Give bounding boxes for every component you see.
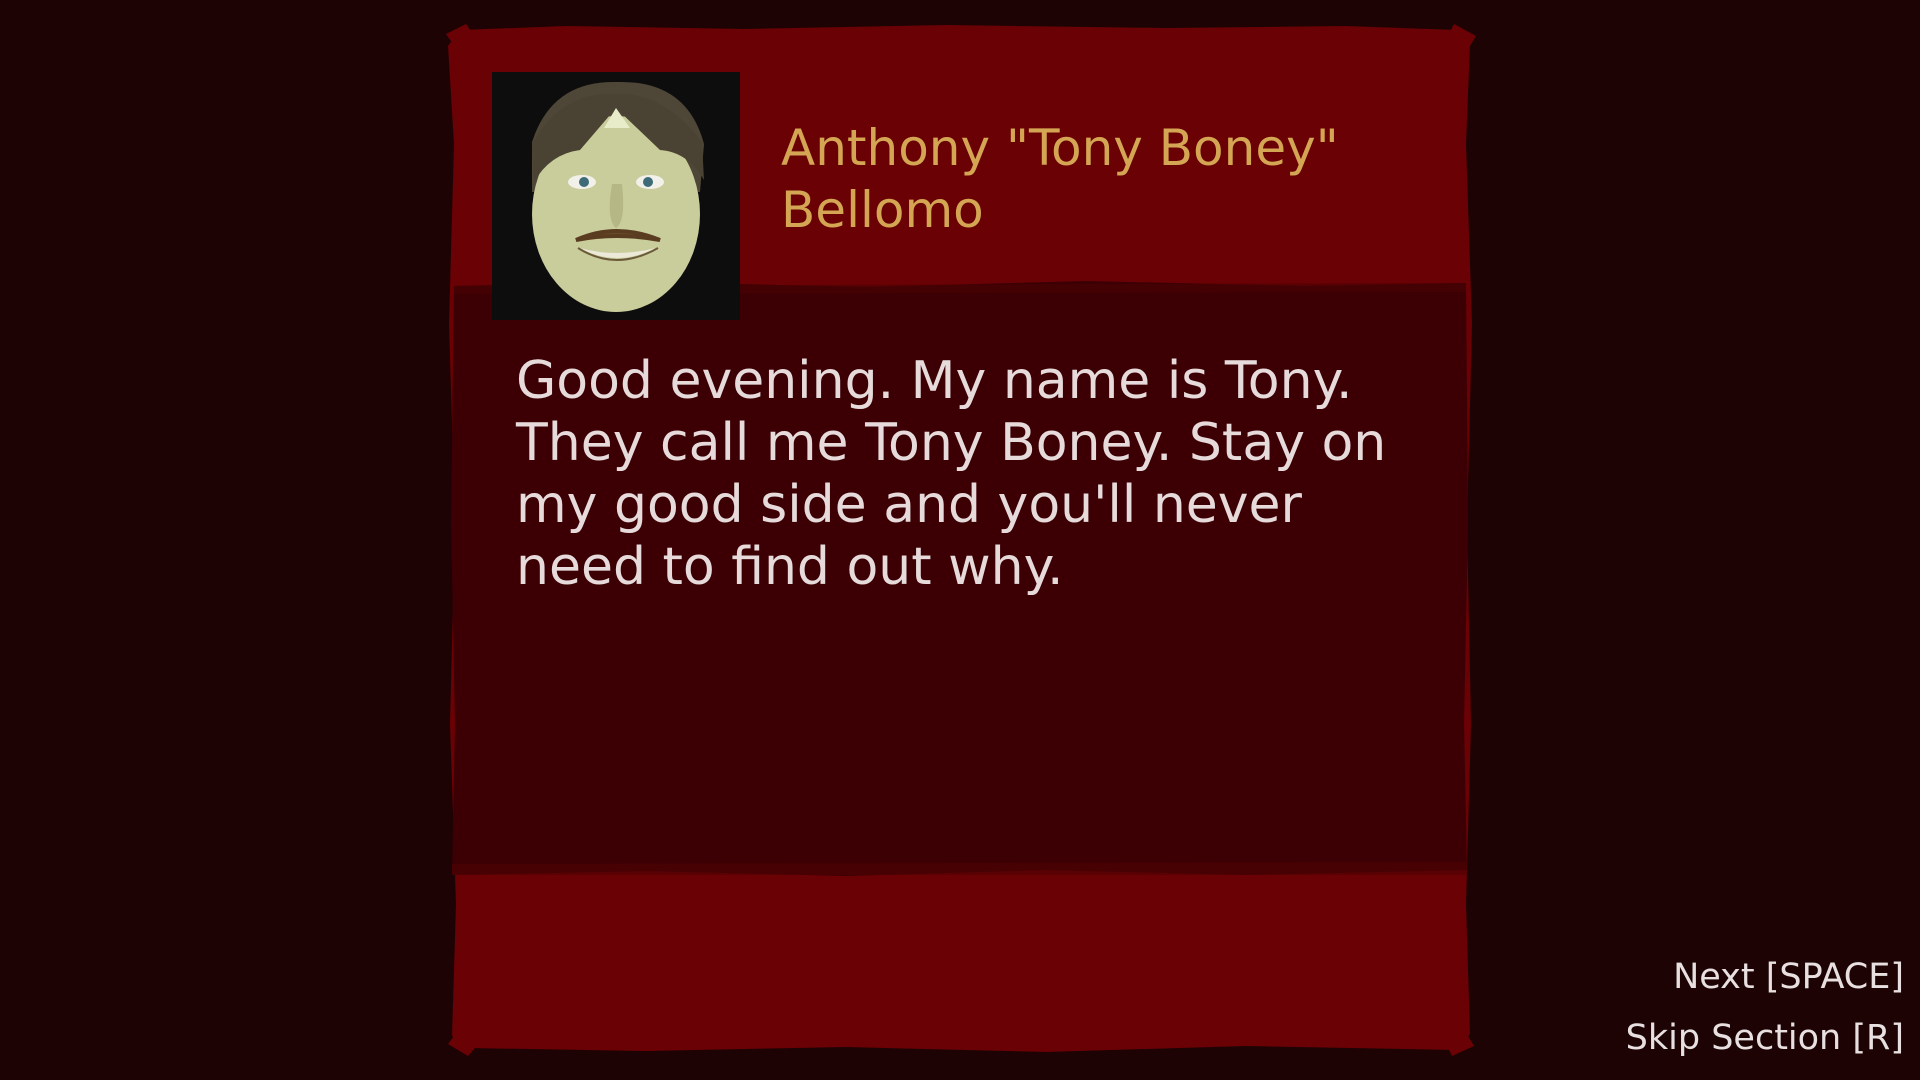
speaker-portrait bbox=[492, 72, 740, 320]
dialog-box: Anthony "Tony Boney" Bellomo Good evenin… bbox=[446, 24, 1476, 1056]
speaker-name: Anthony "Tony Boney" Bellomo bbox=[781, 119, 1339, 239]
character-portrait-icon bbox=[492, 72, 740, 320]
dialog-text: Good evening. My name is Tony. They call… bbox=[516, 351, 1387, 597]
skip-section-button[interactable]: Skip Section [R] bbox=[1626, 1016, 1904, 1060]
game-screen: Anthony "Tony Boney" Bellomo Good evenin… bbox=[0, 0, 1920, 1080]
next-button[interactable]: Next [SPACE] bbox=[1673, 955, 1904, 999]
